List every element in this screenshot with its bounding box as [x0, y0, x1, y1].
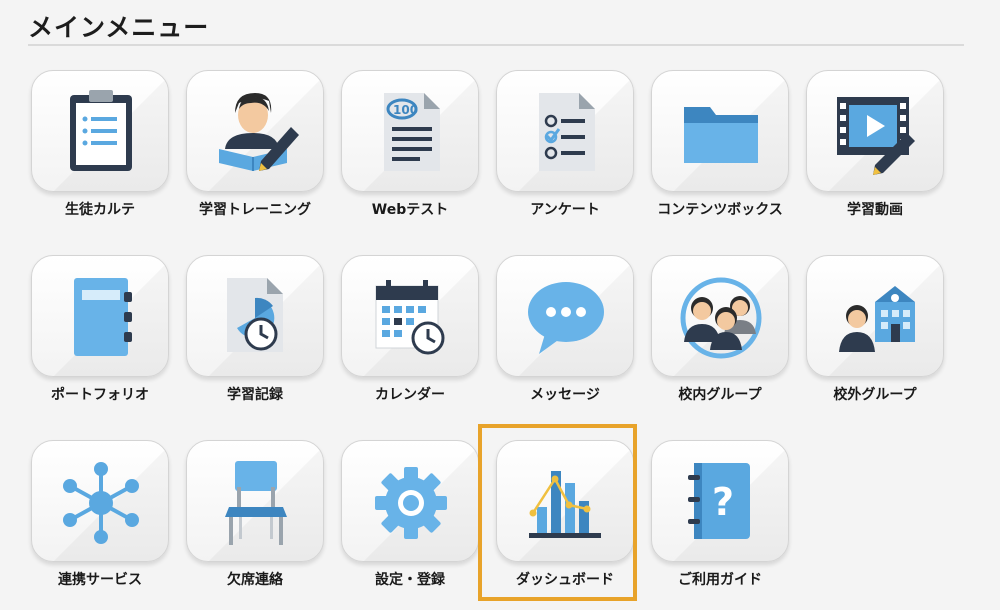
survey-checklist-icon: [539, 93, 595, 171]
menu-item-label: ご利用ガイド: [678, 572, 762, 588]
menu-item-study-record[interactable]: 学習記録: [180, 255, 330, 420]
menu-item-absence-notice[interactable]: 欠席連絡: [180, 440, 330, 605]
menu-item-label: 校外グループ: [833, 387, 917, 403]
test-paper-icon: 100: [384, 93, 440, 171]
video-film-icon: [837, 97, 915, 175]
menu-item-outside-group[interactable]: 校外グループ: [800, 255, 950, 420]
menu-item-calendar[interactable]: カレンダー: [335, 255, 485, 420]
menu-tile[interactable]: ?: [651, 440, 789, 562]
menu-tile[interactable]: [31, 440, 169, 562]
menu-tile[interactable]: [341, 255, 479, 377]
menu-item-user-guide[interactable]: ? ご利用ガイド: [645, 440, 795, 605]
menu-tile[interactable]: [651, 70, 789, 192]
menu-item-contents-box[interactable]: コンテンツボックス: [645, 70, 795, 235]
menu-item-label: コンテンツボックス: [657, 202, 783, 218]
menu-item-label: 連携サービス: [58, 572, 142, 588]
menu-item-study-video[interactable]: 学習動画: [800, 70, 950, 235]
menu-tile[interactable]: [186, 440, 324, 562]
menu-item-label: Webテスト: [371, 202, 449, 218]
menu-tile[interactable]: [496, 440, 634, 562]
menu-item-linked-service[interactable]: 連携サービス: [25, 440, 175, 605]
menu-item-dashboard[interactable]: ダッシュボード: [490, 440, 640, 605]
menu-item-web-test[interactable]: 100 Webテスト: [335, 70, 485, 235]
menu-tile[interactable]: [806, 255, 944, 377]
calendar-clock-icon: [375, 280, 445, 355]
menu-item-label: 学習動画: [847, 202, 903, 218]
menu-item-label: 学習トレーニング: [199, 202, 311, 218]
menu-tile[interactable]: [496, 255, 634, 377]
menu-item-label: 生徒カルテ: [65, 202, 135, 218]
menu-tile[interactable]: [496, 70, 634, 192]
outside-group-school-icon: [839, 286, 915, 352]
menu-tile[interactable]: [186, 255, 324, 377]
menu-item-label: ダッシュボード: [516, 572, 614, 588]
menu-item-student-karte[interactable]: 生徒カルテ: [25, 70, 175, 235]
chair-icon: [225, 461, 287, 545]
folder-icon: [684, 107, 758, 163]
menu-item-settings[interactable]: 設定・登録: [335, 440, 485, 605]
menu-tile[interactable]: [186, 70, 324, 192]
speech-bubble-icon: [528, 282, 604, 354]
menu-tile[interactable]: [31, 255, 169, 377]
bar-chart-icon: [529, 471, 601, 538]
menu-item-label: 欠席連絡: [227, 572, 283, 588]
network-hub-icon: [63, 462, 139, 544]
study-record-clock-icon: [227, 278, 283, 352]
menu-tile[interactable]: [31, 70, 169, 192]
menu-item-message[interactable]: メッセージ: [490, 255, 640, 420]
binder-notebook-icon: [74, 278, 132, 356]
menu-item-label: アンケート: [530, 202, 600, 218]
menu-item-portfolio[interactable]: ポートフォリオ: [25, 255, 175, 420]
menu-item-label: ポートフォリオ: [51, 387, 149, 403]
main-menu-grid: 生徒カルテ 学習トレーニング 100 Webテスト アンケート コンテンツボック…: [0, 0, 1000, 610]
gear-icon: [375, 467, 447, 539]
menu-tile[interactable]: [806, 70, 944, 192]
group-people-icon: [680, 277, 762, 359]
student-pencil-icon: [219, 93, 299, 171]
menu-item-label: カレンダー: [375, 387, 445, 403]
menu-item-label: メッセージ: [530, 387, 600, 403]
menu-item-label: 設定・登録: [375, 572, 445, 588]
menu-tile[interactable]: [341, 440, 479, 562]
menu-tile[interactable]: 100: [341, 70, 479, 192]
menu-item-label: 学習記録: [227, 387, 283, 403]
menu-item-study-training[interactable]: 学習トレーニング: [180, 70, 330, 235]
menu-tile[interactable]: [651, 255, 789, 377]
svg-text:100: 100: [393, 103, 418, 117]
menu-item-label: 校内グループ: [678, 387, 762, 403]
svg-text:?: ?: [712, 480, 734, 524]
guide-book-question-icon: ?: [688, 463, 750, 539]
menu-item-school-group[interactable]: 校内グループ: [645, 255, 795, 420]
clipboard-icon: [70, 90, 132, 171]
menu-item-survey[interactable]: アンケート: [490, 70, 640, 235]
